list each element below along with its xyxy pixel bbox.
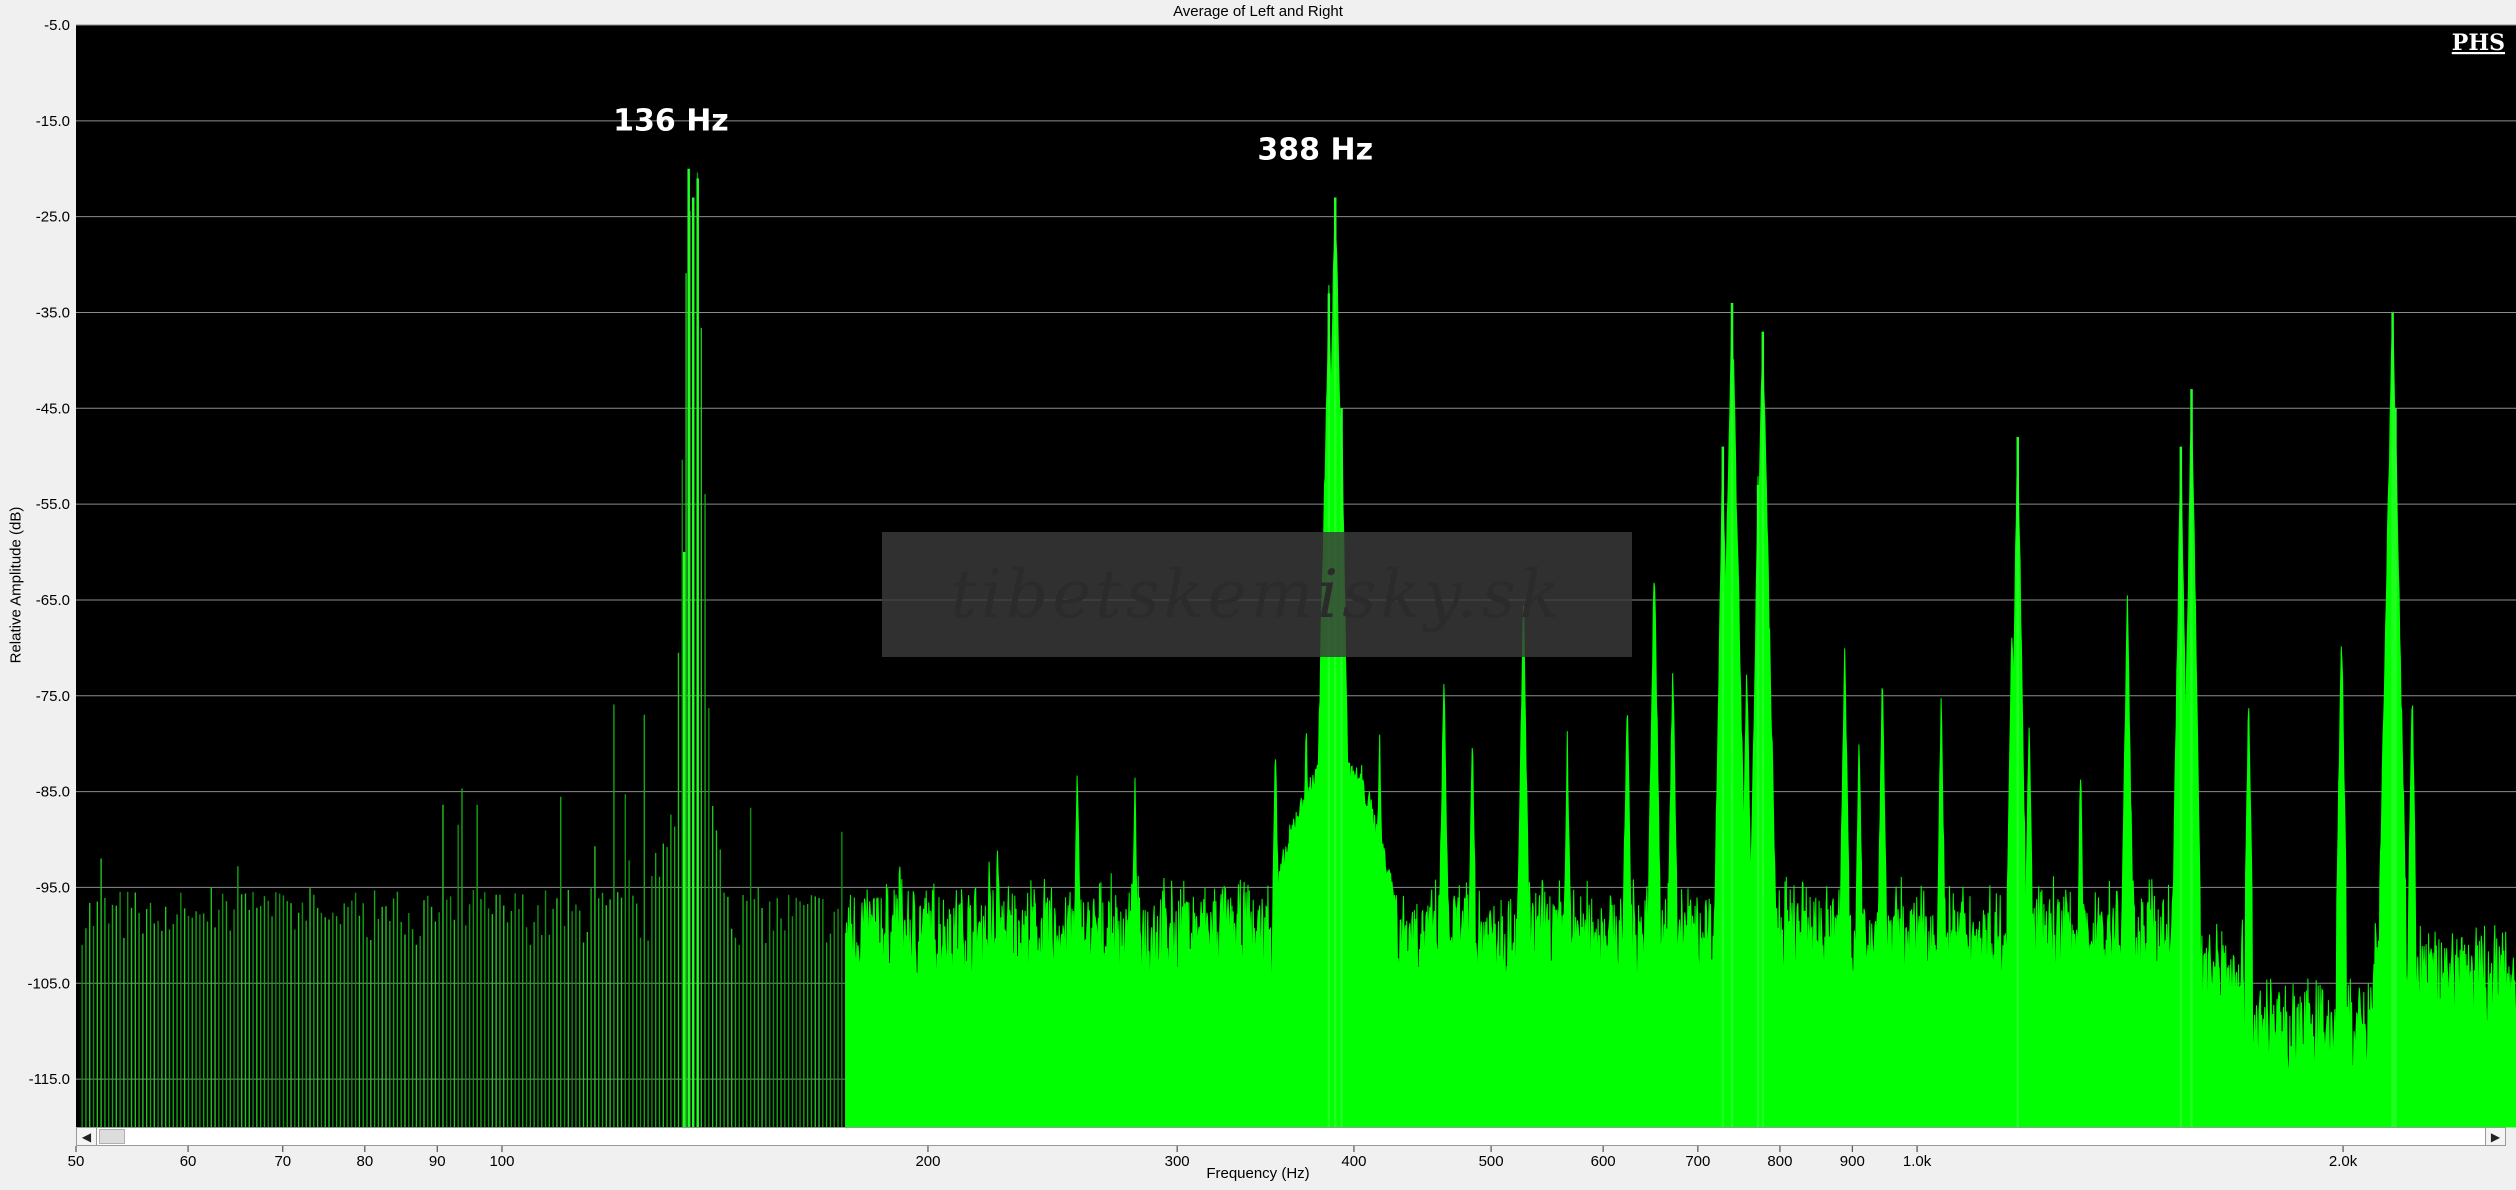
y-tick-label: -95.0 (36, 879, 70, 896)
x-tick-labels: 50 60 70 80 90 100 200 300 400 500 600 700 800 900 1.0… (68, 1146, 2358, 1170)
y-tick-labels: -5.0 -15.0 -25.0 -35.0 -45.0 -55.0 -65.0 -75.0 -… (27, 17, 70, 1088)
x-tick-label: 90 (429, 1153, 446, 1170)
y-tick-label: -5.0 (44, 17, 70, 34)
x-tick-label: 800 (1767, 1153, 1792, 1170)
scroll-thumb[interactable] (99, 1129, 125, 1144)
peak-label: 388 Hz (1257, 132, 1373, 167)
y-tick-label: -65.0 (36, 592, 70, 609)
y-tick-label: -35.0 (36, 304, 70, 321)
arrow-right-icon[interactable]: ▶ (2485, 1128, 2505, 1145)
x-tick-label: 100 (489, 1153, 514, 1170)
x-tick-label: 1.0k (1903, 1153, 1932, 1170)
x-tick-label: 80 (357, 1153, 374, 1170)
y-tick-label: -15.0 (36, 113, 70, 130)
y-tick-label: -55.0 (36, 496, 70, 513)
y-tick-label: -25.0 (36, 209, 70, 226)
scroll-left-glyph: ◀ (81, 1129, 92, 1144)
watermark: tibetskemisky.sk (882, 532, 1632, 657)
x-tick-label: 200 (915, 1153, 940, 1170)
horizontal-scrollbar[interactable]: ◀ ▶ (76, 1127, 2506, 1146)
y-tick-label: -85.0 (36, 784, 70, 801)
scroll-right-glyph: ▶ (2490, 1129, 2501, 1144)
arrow-left-icon[interactable]: ◀ (77, 1128, 97, 1145)
x-tick-label: 400 (1341, 1153, 1366, 1170)
x-tick-label: 700 (1685, 1153, 1710, 1170)
x-tick-label: 600 (1591, 1153, 1616, 1170)
x-tick-label: 500 (1479, 1153, 1504, 1170)
spectrum-chart: -5.0 -15.0 -25.0 -35.0 -45.0 -55.0 -65.0 -75.0 -… (27, 17, 2516, 1170)
peak-label: 136 Hz (613, 104, 729, 139)
y-tick-label: -105.0 (27, 975, 70, 992)
phs-logo: PHS (2452, 30, 2505, 56)
y-tick-label: -45.0 (36, 400, 70, 417)
x-tick-label: 300 (1165, 1153, 1190, 1170)
x-tick-label: 900 (1840, 1153, 1865, 1170)
x-tick-label: 50 (68, 1153, 85, 1170)
y-tick-label: -75.0 (36, 688, 70, 705)
x-tick-label: 2.0k (2329, 1153, 2358, 1170)
x-tick-label: 70 (274, 1153, 291, 1170)
watermark-text: tibetskemisky.sk (950, 556, 1563, 633)
x-tick-label: 60 (180, 1153, 197, 1170)
y-tick-label: -115.0 (29, 1071, 70, 1088)
